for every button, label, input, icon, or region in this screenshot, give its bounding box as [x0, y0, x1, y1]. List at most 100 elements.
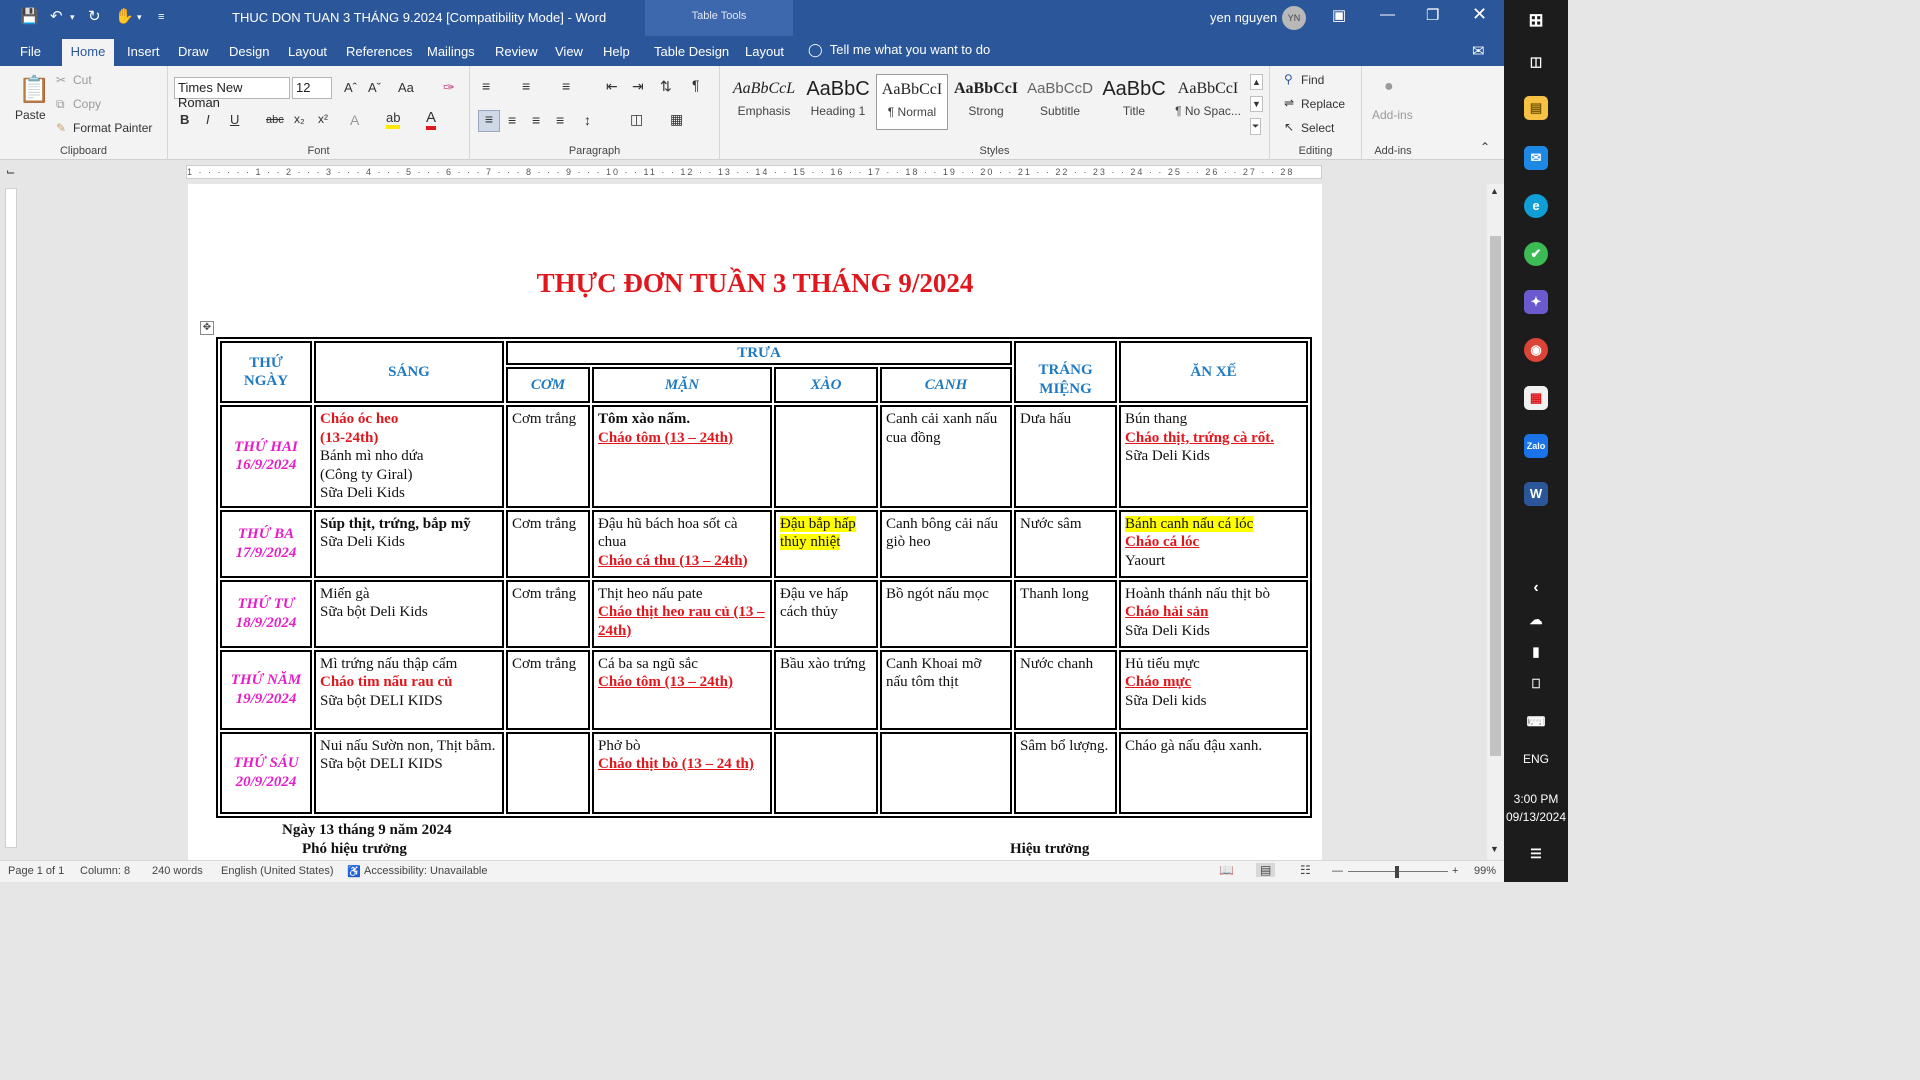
app-green-icon[interactable]: ✔	[1524, 242, 1548, 266]
snack-cell[interactable]: Bún thang Cháo thịt, trứng cà rốt. Sữa Del…	[1119, 405, 1309, 508]
style-subtitle[interactable]: AaBbCcD Subtitle	[1024, 74, 1096, 130]
file-explorer-icon[interactable]: ▤	[1524, 96, 1548, 120]
select-button[interactable]: Select	[1301, 121, 1334, 135]
breakfast-cell[interactable]: Nui nấu Sườn non, Thịt bằm. Sữa bột DELI …	[314, 731, 504, 814]
snack-cell[interactable]: Cháo gà nấu đậu xanh.	[1119, 731, 1309, 814]
tab-insert[interactable]: Insert	[127, 44, 160, 59]
day-cell[interactable]: THỨ HAI 16/9/2024	[220, 405, 312, 508]
close-icon[interactable]: ✕	[1472, 4, 1487, 25]
zoom-out-icon[interactable]: —	[1332, 865, 1343, 877]
com-cell[interactable]: Cơm trắng	[506, 509, 590, 578]
restore-icon[interactable]: ❐	[1426, 6, 1439, 24]
copy-button[interactable]: Copy	[73, 97, 101, 111]
mail-icon[interactable]: ✉	[1524, 146, 1548, 170]
horizontal-ruler[interactable]: ⌙ 1 · · · · · · 1 · · 2 · · · 3 · · · 4 …	[0, 160, 1504, 184]
format-painter-icon[interactable]: ✎	[56, 121, 66, 135]
copy-icon[interactable]: ⧉	[56, 97, 65, 112]
replace-icon[interactable]: ⇌	[1284, 96, 1294, 110]
clock-time[interactable]: 3:00 PM	[1504, 792, 1568, 806]
zalo-icon[interactable]: Zalo	[1524, 434, 1548, 458]
display-icon[interactable]: ⎕	[1524, 672, 1548, 696]
tab-layout[interactable]: Layout	[288, 44, 327, 59]
canh-cell[interactable]: Bồ ngót nấu mọc	[880, 579, 1013, 648]
dessert-cell[interactable]: Nước chanh	[1014, 649, 1118, 730]
man-cell[interactable]: Cá ba sa ngũ sắc Cháo tôm (13 – 24th)	[592, 649, 772, 730]
com-cell[interactable]: Cơm trắng	[506, 649, 590, 730]
tab-view[interactable]: View	[555, 44, 583, 59]
tab-selector-icon[interactable]: ⌙	[6, 165, 15, 178]
style-heading-1[interactable]: AaBbC Heading 1	[802, 74, 874, 130]
text-effects-icon[interactable]: A	[350, 112, 359, 128]
increase-indent-icon[interactable]: ⇥	[632, 78, 644, 95]
man-cell[interactable]: Đậu hũ bách hoa sốt cà chua Cháo cá thu (…	[592, 509, 772, 578]
tab-help[interactable]: Help	[603, 44, 630, 59]
tab-file[interactable]: File	[20, 44, 41, 59]
line-spacing-icon[interactable]: ↕	[584, 112, 591, 128]
style-emphasis[interactable]: AaBbCcL Emphasis	[728, 74, 800, 130]
tab-table-layout[interactable]: Layout	[745, 44, 784, 59]
dessert-cell[interactable]: Thanh long	[1014, 579, 1118, 648]
find-button[interactable]: Find	[1301, 73, 1324, 87]
clear-formatting-icon[interactable]: ✑	[443, 79, 455, 96]
font-name-box[interactable]: Times New Roman	[174, 77, 290, 110]
print-layout-icon[interactable]: ▤	[1256, 863, 1276, 877]
status-accessibility[interactable]: Accessibility: Unavailable	[364, 865, 488, 877]
windows-start-icon[interactable]: ⊞	[1524, 8, 1548, 32]
chevron-left-icon[interactable]: ‹	[1524, 576, 1548, 600]
bullets-icon[interactable]: ≡	[482, 78, 490, 94]
com-cell[interactable]	[506, 731, 590, 814]
vertical-scrollbar[interactable]: ▲ ▼	[1487, 184, 1504, 860]
edge-icon[interactable]: e	[1524, 194, 1548, 218]
scroll-thumb[interactable]	[1490, 236, 1501, 756]
font-size-box[interactable]: 12	[292, 77, 332, 99]
breakfast-cell[interactable]: Cháo óc heo (13-24th) Bánh mì nho dứa (Công…	[314, 405, 504, 508]
ribbon-display-options-icon[interactable]: ▣	[1332, 6, 1346, 24]
styles-more-icon[interactable]: ⏷	[1250, 118, 1262, 135]
man-cell[interactable]: Tôm xào nấm. Cháo tôm (13 – 24th)	[592, 405, 772, 508]
tell-me-search[interactable]: ◯ Tell me what you want to do	[808, 42, 990, 58]
tab-home[interactable]: Home	[62, 39, 114, 66]
grow-font-icon[interactable]: Aˆ	[344, 80, 357, 95]
tab-design[interactable]: Design	[229, 44, 269, 59]
zoom-slider-thumb[interactable]	[1395, 866, 1399, 878]
copilot-icon[interactable]: ✦	[1524, 290, 1548, 314]
font-color-icon[interactable]: A	[426, 109, 437, 130]
cut-button[interactable]: Cut	[73, 73, 92, 87]
dessert-cell[interactable]: Nước sâm	[1014, 509, 1118, 578]
touch-mode-icon[interactable]: ✋	[115, 7, 134, 25]
align-center-icon[interactable]: ≡	[508, 112, 516, 128]
scroll-up-icon[interactable]: ▲	[1490, 186, 1499, 196]
keyboard-icon[interactable]: ⌨	[1524, 710, 1548, 734]
bold-icon[interactable]: B	[180, 112, 189, 127]
snack-cell[interactable]: Hủ tiếu mực Cháo mực Sữa Deli kids	[1119, 649, 1309, 730]
cut-icon[interactable]: ✂	[56, 73, 66, 87]
strikethrough-icon[interactable]: abc	[266, 114, 284, 126]
xao-cell[interactable]: Đậu ve hấp cách thủy	[774, 579, 878, 648]
avatar[interactable]: YN	[1282, 6, 1306, 30]
notifications-icon[interactable]: ☰	[1524, 842, 1548, 866]
battery-icon[interactable]: ▮	[1524, 640, 1548, 664]
man-cell[interactable]: Phở bò Cháo thịt bò (13 – 24 th)	[592, 731, 772, 814]
redo-icon[interactable]: ↻	[88, 7, 101, 25]
show-formatting-icon[interactable]: ¶	[692, 77, 700, 93]
tab-mailings[interactable]: Mailings	[427, 44, 475, 59]
comments-icon[interactable]: ✉	[1472, 42, 1485, 60]
breakfast-cell[interactable]: Súp thịt, trứng, bắp mỹ Sữa Deli Kids	[314, 509, 504, 578]
day-cell[interactable]: THỨ NĂM 19/9/2024	[220, 649, 312, 730]
style-strong[interactable]: AaBbCcI Strong	[950, 74, 1022, 130]
superscript-icon[interactable]: x²	[318, 112, 328, 126]
customize-qat-icon[interactable]: ≡	[158, 11, 164, 23]
align-right-icon[interactable]: ≡	[532, 112, 540, 128]
onedrive-icon[interactable]: ☁	[1524, 608, 1548, 632]
user-name[interactable]: yen nguyen	[1210, 10, 1277, 25]
tab-draw[interactable]: Draw	[178, 44, 208, 59]
tab-table-design[interactable]: Table Design	[654, 44, 729, 59]
menu-table[interactable]: THỨ NGÀY SÁNG TRƯA TRÁNG MIỆNG ĂN XẾ CƠM M…	[216, 337, 1313, 818]
paste-icon[interactable]: 📋	[18, 74, 50, 105]
addins-button[interactable]: Add-ins	[1372, 108, 1413, 122]
replace-button[interactable]: Replace	[1301, 97, 1345, 111]
chrome-icon[interactable]: ◉	[1524, 338, 1548, 362]
web-layout-icon[interactable]: ☷	[1300, 863, 1311, 877]
vertical-ruler[interactable]	[0, 184, 22, 860]
xao-cell[interactable]	[774, 731, 878, 814]
